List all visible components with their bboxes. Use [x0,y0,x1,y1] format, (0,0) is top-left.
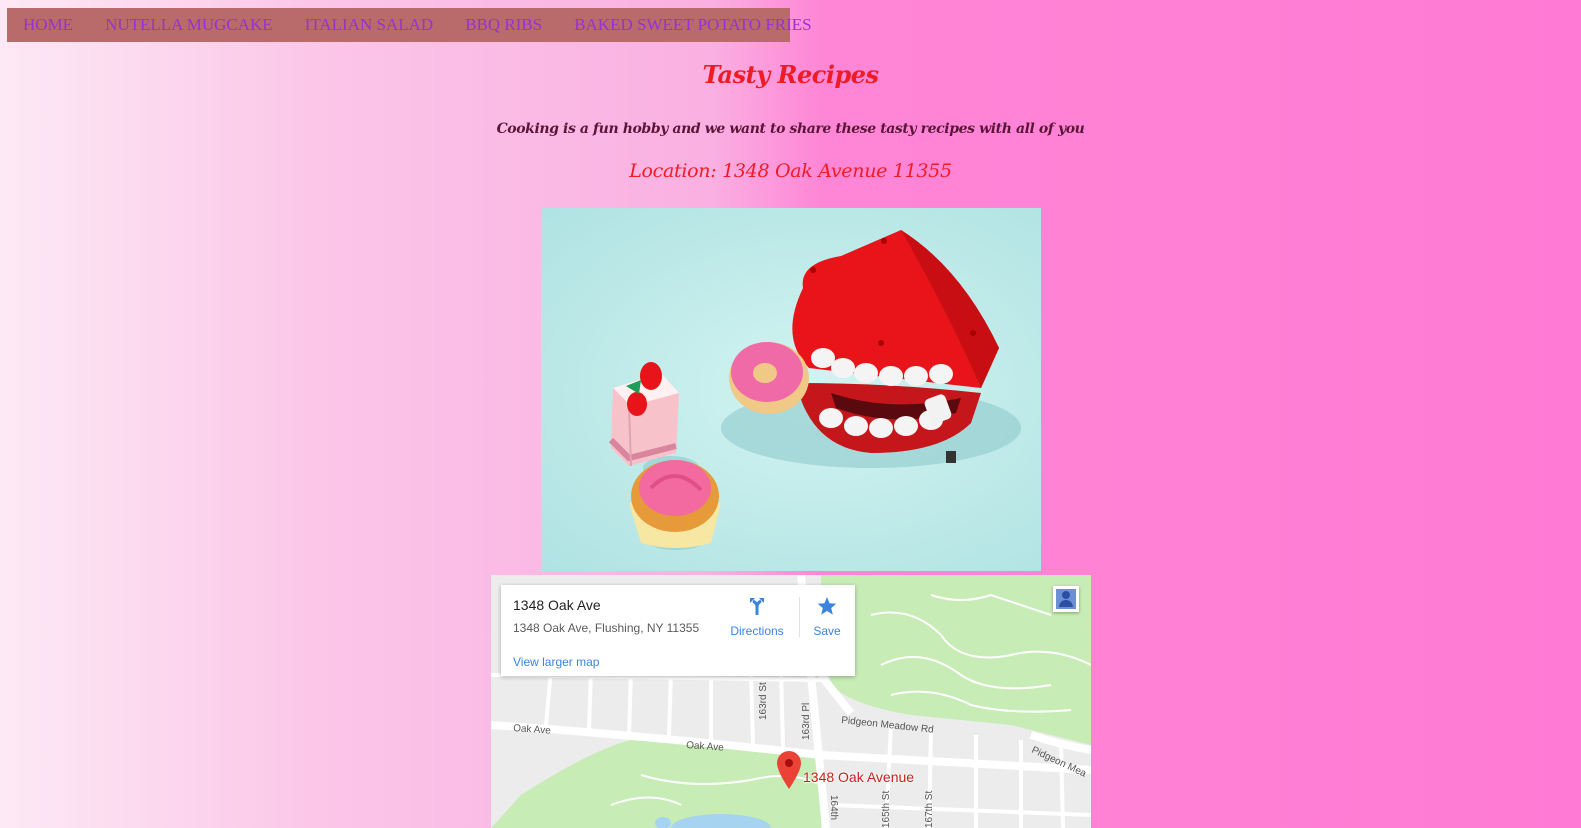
nav-home-link[interactable]: HOME [23,15,73,35]
map-place-address: 1348 Oak Ave, Flushing, NY 11355 [513,621,700,635]
embedded-map[interactable]: Oak Ave Oak Ave Pidgeon Meadow Rd Pidgeo… [491,575,1091,828]
location-heading: Location: 1348 Oak Avenue 11355 [629,160,952,182]
nav-bbq-ribs-link[interactable]: BBQ RIBS [465,15,542,35]
nav-italian-salad-link[interactable]: ITALIAN SALAD [305,15,433,35]
save-label: Save [813,624,841,638]
card-divider [799,597,800,637]
map-info-card: 1348 Oak Ave 1348 Oak Ave, Flushing, NY … [501,585,855,676]
top-nav: HOME NUTELLA MUGCAKE ITALIAN SALAD BBQ R… [7,8,812,42]
directions-icon [750,598,764,615]
street-label: 163rd Pl [801,703,812,740]
map-place-name: 1348 Oak Ave [513,597,601,613]
hero-image [541,208,1041,571]
street-label: 163rd St [758,682,769,720]
nav-nutella-mugcake-link[interactable]: NUTELLA MUGCAKE [105,15,273,35]
street-label: 164th [828,795,839,820]
teeth-and-sweets-illustration [608,230,1021,550]
page-subtitle: Cooking is a fun hobby and we want to sh… [496,121,1085,137]
nav-baked-sweet-potato-fries-link[interactable]: BAKED SWEET POTATO FRIES [574,15,811,35]
pegman-icon [1056,589,1076,609]
directions-label: Directions [730,624,784,638]
star-icon [817,597,837,615]
street-view-pegman-button[interactable] [1053,586,1079,612]
directions-button[interactable]: Directions [727,595,787,638]
save-button[interactable]: Save [807,595,847,638]
view-larger-map-link[interactable]: View larger map [513,655,599,669]
map-pin-label: 1348 Oak Avenue [803,769,915,785]
street-label: 167th St [924,791,935,828]
street-label: 165th St [881,791,892,828]
page-title: Tasty Recipes [702,60,879,89]
